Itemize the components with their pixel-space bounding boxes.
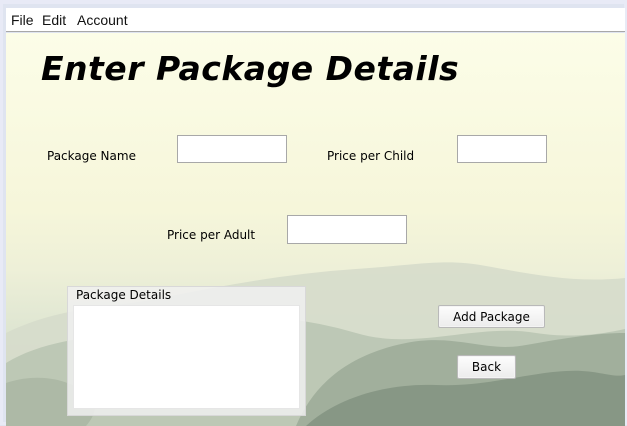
menu-account[interactable]: Account	[77, 12, 128, 28]
menu-edit[interactable]: Edit	[42, 12, 66, 28]
menu-bar: File Edit Account	[6, 8, 625, 32]
app-window: File Edit Account Enter Package Details …	[0, 0, 627, 426]
price-per-child-label: Price per Child	[327, 149, 415, 163]
page-title: Enter Package Details	[41, 49, 460, 88]
package-details-legend: Package Details	[76, 288, 172, 302]
package-details-area[interactable]	[73, 305, 300, 409]
form-panel: Enter Package Details Package Name Price…	[6, 33, 625, 426]
package-name-label: Package Name	[47, 149, 136, 163]
price-per-child-input[interactable]	[457, 135, 547, 163]
price-per-adult-input[interactable]	[287, 215, 407, 244]
add-package-button[interactable]: Add Package	[438, 305, 545, 328]
back-button[interactable]: Back	[457, 355, 516, 379]
menu-file[interactable]: File	[11, 12, 34, 28]
package-name-input[interactable]	[177, 135, 287, 163]
price-per-adult-label: Price per Adult	[167, 228, 256, 242]
package-details-group: Package Details	[67, 286, 306, 416]
